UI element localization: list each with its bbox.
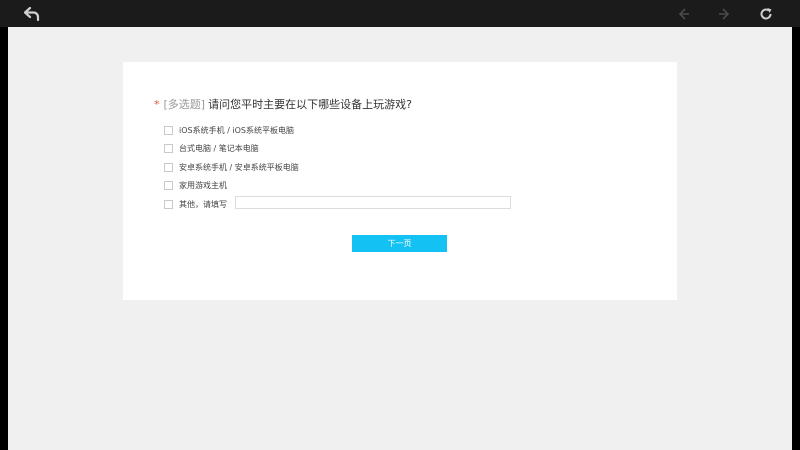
option-console[interactable]: 家用游戏主机 <box>164 179 227 193</box>
checkbox[interactable] <box>164 181 173 190</box>
option-other[interactable]: 其他，请填写 <box>164 196 511 211</box>
option-label: 安卓系统手机 / 安卓系统平板电脑 <box>179 162 299 172</box>
checkbox[interactable] <box>164 125 173 135</box>
next-page-button[interactable]: 下一页 <box>352 235 447 252</box>
checkbox[interactable] <box>164 199 173 209</box>
option-pc[interactable]: 台式电脑 / 笔记本电脑 <box>164 142 259 156</box>
page-content: * [多选题] 请问您平时主要在以下哪些设备上玩游戏? iOS系统手机 / iOS系… <box>8 27 792 450</box>
option-ios[interactable]: iOS系统手机 / iOS系统平板电脑 <box>164 123 294 137</box>
checkbox[interactable] <box>164 162 173 172</box>
question-text: 请问您平时主要在以下哪些设备上玩游戏? <box>208 98 412 111</box>
option-label: 其他，请填写 <box>179 199 227 209</box>
refresh-icon[interactable] <box>755 3 777 25</box>
option-label: 台式电脑 / 笔记本电脑 <box>179 144 259 153</box>
option-android[interactable]: 安卓系统手机 / 安卓系统平板电脑 <box>164 160 299 174</box>
chevron-right-icon[interactable] <box>713 3 735 25</box>
checkbox[interactable] <box>164 144 173 153</box>
question-title: * [多选题] 请问您平时主要在以下哪些设备上玩游戏? <box>154 96 412 112</box>
app-window: * [多选题] 请问您平时主要在以下哪些设备上玩游戏? iOS系统手机 / iOS系… <box>0 0 800 450</box>
option-label: iOS系统手机 / iOS系统平板电脑 <box>179 125 294 135</box>
chevron-left-icon[interactable] <box>673 3 695 25</box>
back-arrow-icon[interactable] <box>21 3 43 25</box>
question-type-tag: [多选题] <box>163 98 206 111</box>
toolbar <box>0 0 800 27</box>
option-label: 家用游戏主机 <box>179 181 227 190</box>
survey-card: * [多选题] 请问您平时主要在以下哪些设备上玩游戏? iOS系统手机 / iOS系… <box>123 62 677 300</box>
required-mark: * <box>154 98 160 111</box>
other-text-field[interactable] <box>235 196 511 209</box>
